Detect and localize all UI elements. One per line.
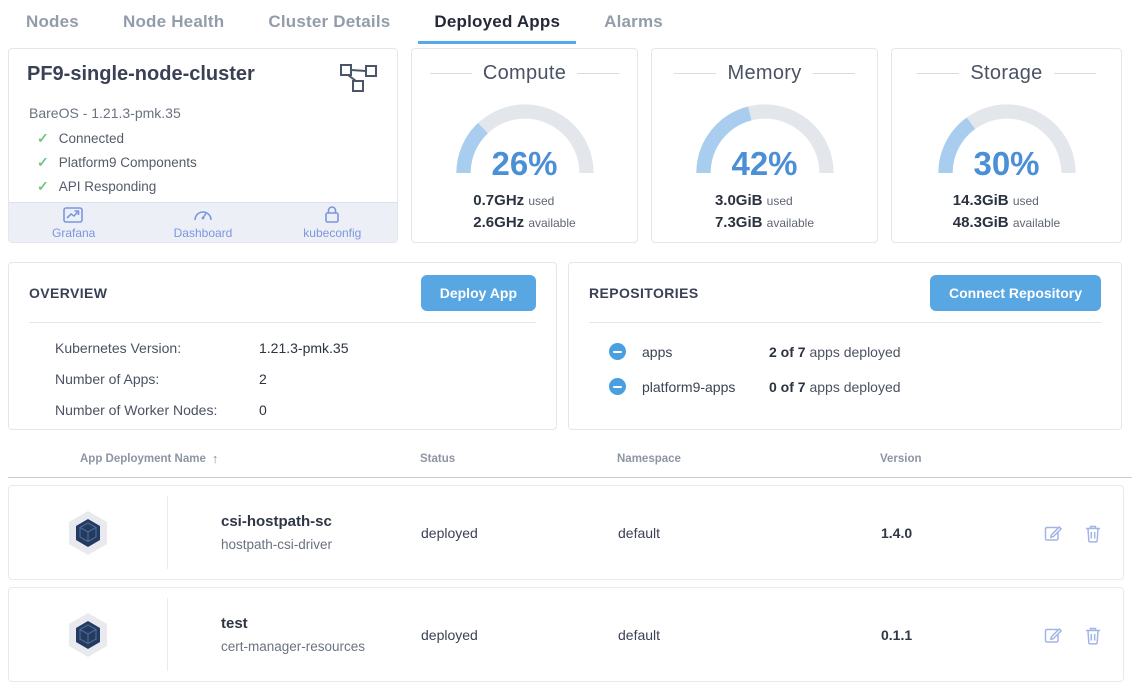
title-rule <box>430 73 472 74</box>
app-version: 1.4.0 <box>881 525 1031 541</box>
overview-panel: OVERVIEW Deploy App Kubernetes Version: … <box>8 262 557 430</box>
overview-row-worker-nodes: Number of Worker Nodes: 0 <box>55 402 556 418</box>
compute-gauge: 26% <box>450 95 600 179</box>
title-rule <box>1054 73 1096 74</box>
deploy-app-button[interactable]: Deploy App <box>421 275 536 311</box>
delete-icon[interactable] <box>1084 523 1102 543</box>
app-logo <box>9 496 168 569</box>
tab-alarms[interactable]: Alarms <box>588 8 679 44</box>
tab-deployed-apps[interactable]: Deployed Apps <box>418 8 576 44</box>
storage-gauge: 30% <box>932 95 1082 179</box>
cluster-subtitle: BareOS - 1.21.3-pmk.35 <box>29 105 379 121</box>
storage-title: Storage <box>970 62 1042 85</box>
app-namespace: default <box>618 627 881 643</box>
title-rule <box>917 73 959 74</box>
check-icon: ✓ <box>37 154 49 171</box>
cluster-quick-links: Grafana Dashboard <box>9 202 397 242</box>
app-version: 0.1.1 <box>881 627 1031 643</box>
compute-percent: 26% <box>450 145 600 183</box>
cluster-check-components: ✓ Platform9 Components <box>37 154 379 171</box>
app-logo <box>9 598 168 671</box>
column-header-status[interactable]: Status <box>420 453 617 465</box>
cluster-check-api: ✓ API Responding <box>37 178 379 195</box>
repositories-panel: REPOSITORIES Connect Repository apps 2 o… <box>568 262 1122 430</box>
sort-asc-icon: ↑ <box>212 451 219 466</box>
compute-stats: 0.7GHz used 2.6GHz available <box>473 190 575 234</box>
kubeconfig-link[interactable]: kubeconfig <box>268 205 397 240</box>
cluster-name: PF9-single-node-cluster <box>27 63 255 86</box>
memory-title: Memory <box>727 62 801 85</box>
dashboard-link[interactable]: Dashboard <box>138 206 267 240</box>
compute-card: Compute 26% 0.7GHz used 2.6GHz available <box>411 48 638 243</box>
cluster-check-connected: ✓ Connected <box>37 130 379 147</box>
memory-card: Memory 42% 3.0GiB used 7.3GiB available <box>651 48 878 243</box>
app-name: csi-hostpath-sc <box>221 513 421 530</box>
app-row-test: test cert-manager-resources deployed def… <box>8 587 1124 682</box>
memory-gauge: 42% <box>690 95 840 179</box>
grafana-link[interactable]: Grafana <box>9 206 138 240</box>
title-rule <box>674 73 716 74</box>
tab-bar: Nodes Node Health Cluster Details Deploy… <box>0 0 1132 44</box>
app-row-csi-hostpath-sc: csi-hostpath-sc hostpath-csi-driver depl… <box>8 485 1124 580</box>
storage-stats: 14.3GiB used 48.3GiB available <box>953 190 1060 234</box>
detail-panels-row: OVERVIEW Deploy App Kubernetes Version: … <box>8 262 1122 430</box>
cluster-topology-icon <box>339 63 379 98</box>
storage-percent: 30% <box>932 145 1082 183</box>
column-header-version[interactable]: Version <box>880 453 1030 465</box>
memory-stats: 3.0GiB used 7.3GiB available <box>715 190 814 234</box>
memory-percent: 42% <box>690 145 840 183</box>
check-icon: ✓ <box>37 130 49 147</box>
tab-nodes[interactable]: Nodes <box>10 8 95 44</box>
app-name: test <box>221 615 421 632</box>
app-status: deployed <box>421 525 618 541</box>
grafana-chart-icon <box>63 206 85 224</box>
repo-row-platform9-apps: platform9-apps 0 of 7 apps deployed <box>609 378 1121 395</box>
summary-cards-row: PF9-single-node-cluster BareOS - 1.21.3-… <box>8 48 1122 243</box>
collapse-minus-icon[interactable] <box>609 378 626 395</box>
title-rule <box>813 73 855 74</box>
edit-icon[interactable] <box>1043 625 1063 645</box>
column-header-namespace[interactable]: Namespace <box>617 453 880 465</box>
check-icon: ✓ <box>37 178 49 195</box>
compute-title: Compute <box>483 62 566 85</box>
cluster-card-body: PF9-single-node-cluster BareOS - 1.21.3-… <box>9 49 397 202</box>
app-status: deployed <box>421 627 618 643</box>
overview-title: OVERVIEW <box>29 285 107 301</box>
storage-card: Storage 30% 14.3GiB used 48.3GiB availab… <box>891 48 1122 243</box>
column-header-app-deployment-name[interactable]: App Deployment Name ↑ <box>80 451 420 466</box>
overview-row-num-apps: Number of Apps: 2 <box>55 371 556 387</box>
overview-row-k8s-version: Kubernetes Version: 1.21.3-pmk.35 <box>55 340 556 356</box>
delete-icon[interactable] <box>1084 625 1102 645</box>
app-namespace: default <box>618 525 881 541</box>
app-chart-name: cert-manager-resources <box>221 639 421 654</box>
title-rule <box>577 73 619 74</box>
collapse-minus-icon[interactable] <box>609 343 626 360</box>
repo-row-apps: apps 2 of 7 apps deployed <box>609 343 1121 360</box>
repositories-title: REPOSITORIES <box>589 285 699 301</box>
gauge-icon <box>193 206 213 224</box>
lock-icon <box>323 205 341 224</box>
tab-cluster-details[interactable]: Cluster Details <box>252 8 406 44</box>
tab-node-health[interactable]: Node Health <box>107 8 240 44</box>
app-chart-name: hostpath-csi-driver <box>221 537 421 552</box>
cluster-card: PF9-single-node-cluster BareOS - 1.21.3-… <box>8 48 398 243</box>
edit-icon[interactable] <box>1043 523 1063 543</box>
connect-repository-button[interactable]: Connect Repository <box>930 275 1101 311</box>
apps-table-header: App Deployment Name ↑ Status Namespace V… <box>8 440 1132 478</box>
